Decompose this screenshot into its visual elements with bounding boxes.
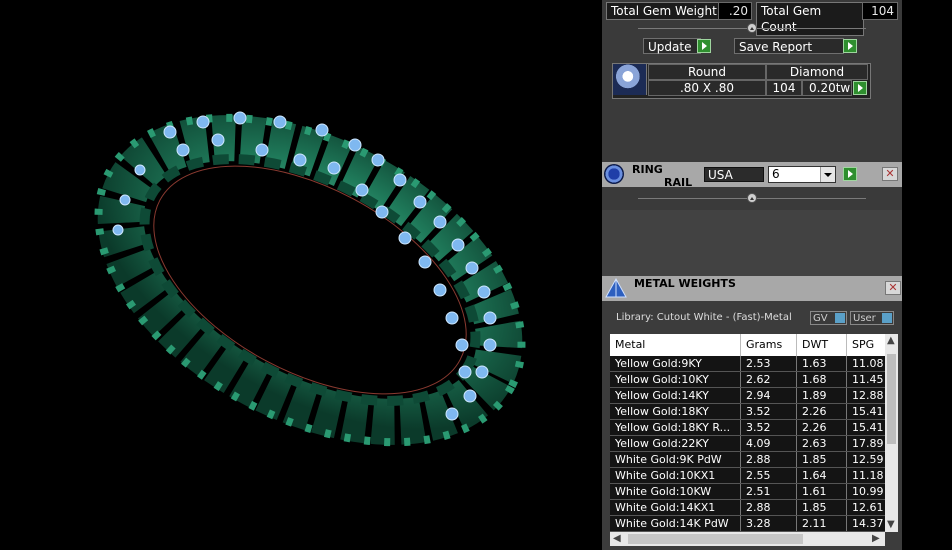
gem-weight: 0.20tw [802, 80, 852, 96]
ring-rail-go-icon[interactable] [843, 167, 857, 181]
cell-dwt: 2.63 [797, 436, 847, 451]
total-gem-weight-label: Total Gem Weight [606, 2, 724, 20]
cell-dwt: 1.61 [797, 484, 847, 499]
cell-grams: 2.88 [741, 452, 797, 467]
cell-metal: White Gold:14K PdW [610, 516, 741, 531]
cell-dwt: 2.26 [797, 404, 847, 419]
ring-rail-close-icon[interactable]: ✕ [882, 167, 898, 181]
gem-count: 104 [766, 80, 802, 96]
cell-dwt: 1.89 [797, 388, 847, 403]
ring-rail-body [602, 210, 902, 276]
pyramid-icon [605, 278, 627, 298]
metal-weights-table: Metal Grams DWT SPG Yellow Gold:9KY 2.53 1… [610, 334, 898, 532]
total-gem-weight-value: .20 [718, 2, 752, 20]
total-gem-count-label: Total Gem Count [756, 2, 864, 36]
chevron-down-icon[interactable] [820, 167, 835, 182]
user-toggle-icon[interactable] [882, 313, 892, 323]
gv-label: GV [813, 313, 828, 324]
cell-grams: 3.28 [741, 516, 797, 531]
scroll-left-icon[interactable]: ◀ [613, 534, 621, 544]
gem-size: .80 X .80 [648, 80, 766, 96]
table-row[interactable]: White Gold:9K PdW 2.88 1.85 12.59 [610, 452, 897, 468]
ring-rail-title-1: RING [632, 163, 663, 176]
save-report-button[interactable]: Save Report [734, 38, 844, 54]
collapse-handle-icon[interactable] [747, 23, 757, 33]
scroll-up-icon[interactable]: ▲ [887, 336, 895, 346]
user-label: User [853, 313, 876, 324]
metal-weights-close-icon[interactable]: ✕ [885, 281, 901, 295]
round-gem-icon[interactable] [613, 64, 647, 95]
horizontal-scrollbar[interactable]: ◀ ▶ [610, 532, 885, 546]
scroll-down-icon[interactable]: ▼ [887, 520, 895, 530]
save-report-go-icon[interactable] [843, 39, 857, 53]
cell-metal: Yellow Gold:22KY [610, 436, 741, 451]
gem-type: Diamond [766, 64, 868, 80]
cell-metal: White Gold:10KX1 [610, 468, 741, 483]
cell-metal: Yellow Gold:9KY [610, 356, 741, 371]
horizontal-scroll-thumb[interactable] [628, 534, 803, 544]
cell-dwt: 2.11 [797, 516, 847, 531]
cell-grams: 2.62 [741, 372, 797, 387]
table-row[interactable]: White Gold:10KW 2.51 1.61 10.99 [610, 484, 897, 500]
library-label: Library: Cutout White - (Fast)-Metal [616, 312, 792, 323]
gem-cut: Round [648, 64, 766, 80]
table-row[interactable]: Yellow Gold:18KY R... 3.52 2.26 15.41 [610, 420, 897, 436]
cell-metal: Yellow Gold:18KY [610, 404, 741, 419]
ring-render [94, 111, 526, 447]
metal-weights-title: METAL WEIGHTS [634, 277, 736, 290]
cell-metal: Yellow Gold:10KY [610, 372, 741, 387]
cell-grams: 2.55 [741, 468, 797, 483]
col-header-metal[interactable]: Metal [610, 334, 741, 356]
cell-metal: Yellow Gold:14KY [610, 388, 741, 403]
cell-dwt: 1.63 [797, 356, 847, 371]
ring-size-standard-field[interactable]: USA [704, 167, 764, 182]
gv-toggle-icon[interactable] [835, 313, 845, 323]
table-row[interactable]: Yellow Gold:18KY 3.52 2.26 15.41 [610, 404, 897, 420]
cell-grams: 3.52 [741, 420, 797, 435]
cell-metal: White Gold:9K PdW [610, 452, 741, 467]
gem-row-go-icon[interactable] [853, 81, 867, 95]
cell-dwt: 1.85 [797, 500, 847, 515]
cell-dwt: 1.68 [797, 372, 847, 387]
update-go-icon[interactable] [697, 39, 711, 53]
ring-band [97, 115, 523, 445]
table-row[interactable]: White Gold:10KX1 2.55 1.64 11.18 [610, 468, 897, 484]
gv-toggle[interactable]: GV [810, 311, 847, 325]
cell-dwt: 2.26 [797, 420, 847, 435]
table-row[interactable]: Yellow Gold:9KY 2.53 1.63 11.08 [610, 356, 897, 372]
table-row[interactable]: White Gold:14KX1 2.88 1.85 12.61 [610, 500, 897, 516]
table-row[interactable]: Yellow Gold:10KY 2.62 1.68 11.45 [610, 372, 897, 388]
table-row[interactable]: White Gold:14K PdW 3.28 2.11 14.37 [610, 516, 897, 532]
cell-metal: White Gold:14KX1 [610, 500, 741, 515]
cell-metal: Yellow Gold:18KY R... [610, 420, 741, 435]
panel-right-gap [902, 0, 952, 550]
update-button[interactable]: Update [643, 38, 701, 54]
ring-rail-icon [604, 164, 624, 184]
cell-grams: 4.09 [741, 436, 797, 451]
scroll-right-icon[interactable]: ▶ [872, 534, 880, 544]
vertical-scroll-thumb[interactable] [887, 354, 896, 444]
cell-grams: 3.52 [741, 404, 797, 419]
col-header-dwt[interactable]: DWT [797, 334, 847, 356]
ring-rail-title-2: RAIL [664, 176, 693, 189]
col-header-grams[interactable]: Grams [741, 334, 797, 356]
ring-size-value: 6 [772, 167, 780, 181]
cell-grams: 2.51 [741, 484, 797, 499]
ring-size-select[interactable]: 6 [768, 166, 836, 183]
cell-dwt: 1.64 [797, 468, 847, 483]
vertical-scrollbar[interactable]: ▲ ▼ [885, 334, 898, 532]
total-gem-count-value: 104 [862, 2, 898, 20]
user-toggle[interactable]: User [850, 311, 894, 325]
cell-metal: White Gold:10KW [610, 484, 741, 499]
table-row[interactable]: Yellow Gold:14KY 2.94 1.89 12.88 [610, 388, 897, 404]
cell-grams: 2.53 [741, 356, 797, 371]
cell-grams: 2.94 [741, 388, 797, 403]
cell-dwt: 1.85 [797, 452, 847, 467]
3d-viewport[interactable] [0, 0, 602, 550]
table-row[interactable]: Yellow Gold:22KY 4.09 2.63 17.89 [610, 436, 897, 452]
cell-grams: 2.88 [741, 500, 797, 515]
rail-collapse-handle-icon[interactable] [747, 193, 757, 203]
